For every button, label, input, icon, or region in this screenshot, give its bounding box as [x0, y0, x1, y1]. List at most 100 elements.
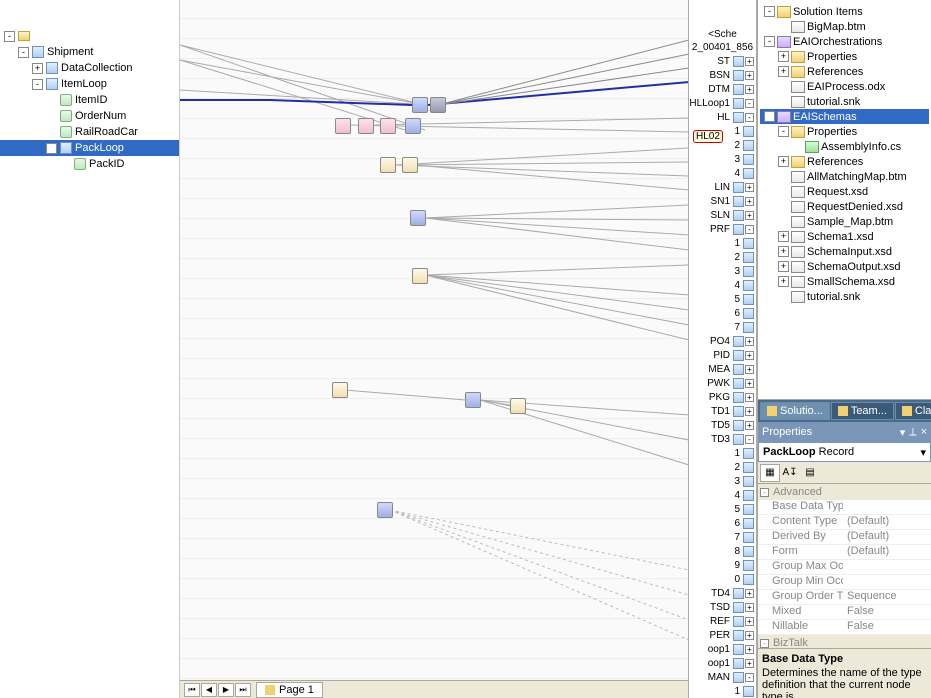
solution-item-sample_map-btm[interactable]: Sample_Map.btm [760, 214, 929, 229]
dest-node-po4[interactable]: PO4+ [689, 334, 756, 348]
solution-item-references[interactable]: +References [760, 154, 929, 169]
dest-node-hl[interactable]: HL- [689, 110, 756, 124]
expander-icon[interactable]: + [778, 51, 789, 62]
functoid-looping[interactable] [412, 97, 428, 113]
expander-icon[interactable]: + [778, 276, 789, 287]
expander-icon[interactable]: + [745, 211, 754, 220]
dest-node-7[interactable]: 7 [689, 530, 756, 544]
expander-icon[interactable]: + [745, 617, 754, 626]
expander-icon[interactable]: - [745, 225, 754, 234]
functoid[interactable] [430, 97, 446, 113]
dest-node-td5[interactable]: TD5+ [689, 418, 756, 432]
expander-icon[interactable]: - [745, 435, 754, 444]
properties-grid[interactable]: -AdvancedBase Data TypeContent Type(Defa… [758, 484, 931, 648]
pager-last-button[interactable]: ⏭ [235, 683, 251, 697]
dest-node-pid[interactable]: PID+ [689, 348, 756, 362]
functoid[interactable] [377, 502, 393, 518]
alphabetical-button[interactable]: A↧ [780, 464, 800, 482]
expander-icon[interactable]: + [745, 589, 754, 598]
dest-node-prf[interactable]: PRF- [689, 222, 756, 236]
dest-node-dtm[interactable]: DTM+ [689, 82, 756, 96]
tree-node-ordernum[interactable]: OrderNum [0, 108, 179, 124]
properties-selector[interactable]: PackLoop Record ▾ [758, 442, 931, 462]
dest-node-4[interactable]: 4 [689, 488, 756, 502]
functoid[interactable] [405, 118, 421, 134]
dest-node-6[interactable]: 6 [689, 516, 756, 530]
expander-icon[interactable]: + [745, 393, 754, 402]
expander-icon[interactable]: + [745, 71, 754, 80]
dest-node-7[interactable]: 7 [689, 320, 756, 334]
expander-icon[interactable]: - [745, 673, 754, 682]
expander-icon[interactable]: + [778, 156, 789, 167]
solution-item-allmatchingmap-btm[interactable]: AllMatchingMap.btm [760, 169, 929, 184]
tree-node-packid[interactable]: PackID [0, 156, 179, 172]
functoid[interactable] [358, 118, 374, 134]
prop-row-nillable[interactable]: NillableFalse [758, 620, 931, 635]
solution-item-eaischemas[interactable]: -EAISchemas [760, 109, 929, 124]
expander-icon[interactable]: + [778, 66, 789, 77]
functoid[interactable] [332, 382, 348, 398]
tree-node-itemid[interactable]: ItemID [0, 92, 179, 108]
prop-row-content-type[interactable]: Content Type(Default) [758, 515, 931, 530]
dest-node-2[interactable]: 2 [689, 460, 756, 474]
functoid[interactable] [402, 157, 418, 173]
solution-item-eaiprocess-odx[interactable]: EAIProcess.odx [760, 79, 929, 94]
expander-icon[interactable]: + [745, 57, 754, 66]
dest-node-3[interactable]: 3 [689, 264, 756, 278]
expander-icon[interactable]: - [4, 31, 15, 42]
tree-node-railroadcar[interactable]: RailRoadCar [0, 124, 179, 140]
expander-icon[interactable]: + [745, 659, 754, 668]
prop-category-advanced[interactable]: -Advanced [758, 484, 931, 500]
prop-value[interactable]: (Default) [843, 515, 931, 529]
dest-node-sn1[interactable]: SN1+ [689, 194, 756, 208]
prop-row-derived-by[interactable]: Derived By(Default) [758, 530, 931, 545]
prop-category-biztalk[interactable]: -BizTalk [758, 635, 931, 648]
property-pages-button[interactable]: ▤ [800, 464, 820, 482]
panel-tab-class[interactable]: Class... [895, 402, 931, 420]
pager-first-button[interactable]: ⏮ [184, 683, 200, 697]
dest-node-sln[interactable]: SLN+ [689, 208, 756, 222]
dest-node-hlloop1[interactable]: HLLoop1- [689, 96, 756, 110]
dest-node-8[interactable]: 8 [689, 544, 756, 558]
dest-node-pkg[interactable]: PKG+ [689, 390, 756, 404]
expander-icon[interactable]: + [745, 197, 754, 206]
solution-item-solution-items[interactable]: -Solution Items [760, 4, 929, 19]
dest-node-oop1[interactable]: oop1+ [689, 642, 756, 656]
prop-row-mixed[interactable]: MixedFalse [758, 605, 931, 620]
expander-icon[interactable]: + [745, 645, 754, 654]
expander-icon[interactable]: - [764, 36, 775, 47]
pager-next-button[interactable]: ▶ [218, 683, 234, 697]
dest-node-4[interactable]: 4 [689, 278, 756, 292]
expander-icon[interactable]: + [745, 337, 754, 346]
solution-item-bigmap-btm[interactable]: BigMap.btm [760, 19, 929, 34]
solution-item-schemainput-xsd[interactable]: +SchemaInput.xsd [760, 244, 929, 259]
expander-icon[interactable]: - [745, 113, 754, 122]
source-schema-tree[interactable]: --Shipment+DataCollection-ItemLoopItemID… [0, 0, 180, 698]
prop-value[interactable]: False [843, 605, 931, 619]
prop-row-group-max-occ[interactable]: Group Max Occ [758, 560, 931, 575]
dest-node-per[interactable]: PER+ [689, 628, 756, 642]
tree-node-shipment[interactable]: -Shipment [0, 44, 179, 60]
solution-item-properties[interactable]: -Properties [760, 124, 929, 139]
solution-item-requestdenied-xsd[interactable]: RequestDenied.xsd [760, 199, 929, 214]
dest-node-pwk[interactable]: PWK+ [689, 376, 756, 390]
prop-value[interactable]: False [843, 620, 931, 634]
expander-icon[interactable]: + [745, 365, 754, 374]
functoid[interactable] [410, 210, 426, 226]
dest-node-st[interactable]: ST+ [689, 54, 756, 68]
expander-icon[interactable]: + [745, 407, 754, 416]
dest-node-td3[interactable]: TD3- [689, 432, 756, 446]
solution-item-request-xsd[interactable]: Request.xsd [760, 184, 929, 199]
expander-icon[interactable]: - [46, 143, 57, 154]
expander-icon[interactable]: - [764, 6, 775, 17]
prop-value[interactable] [843, 575, 931, 589]
solution-item-tutorial-snk[interactable]: tutorial.snk [760, 289, 929, 304]
solution-explorer-tree[interactable]: -Solution ItemsBigMap.btm-EAIOrchestrati… [758, 0, 931, 400]
expander-icon[interactable]: - [745, 99, 754, 108]
dest-node-3[interactable]: 3 [689, 152, 756, 166]
solution-item-schema1-xsd[interactable]: +Schema1.xsd [760, 229, 929, 244]
dest-node-4[interactable]: 4 [689, 166, 756, 180]
functoid[interactable] [510, 398, 526, 414]
solution-item-smallschema-xsd[interactable]: +SmallSchema.xsd [760, 274, 929, 289]
dest-node-bsn[interactable]: BSN+ [689, 68, 756, 82]
